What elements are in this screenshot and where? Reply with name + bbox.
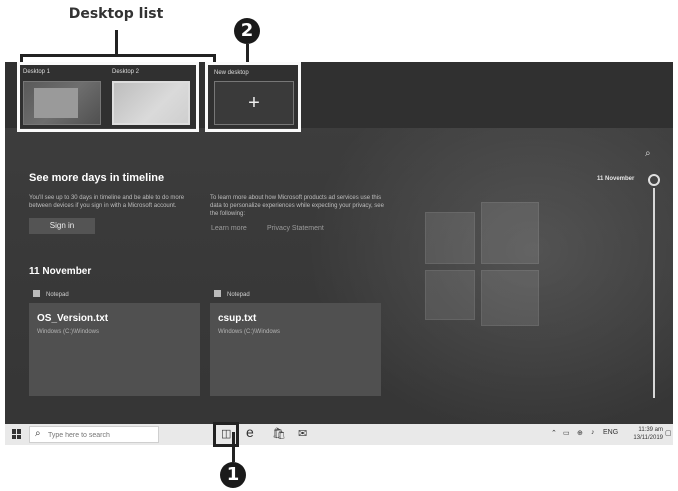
battery-icon[interactable]: ▭ [563,429,570,437]
plus-icon: + [248,92,260,114]
marker-1-leader-line [232,432,235,462]
start-button[interactable] [12,429,22,439]
sign-in-button[interactable]: Sign in [29,218,95,234]
window-preview [34,88,78,118]
logo-pane [425,270,475,320]
timeline-heading: See more days in timeline [29,172,165,184]
edge-icon[interactable]: e [246,424,254,440]
desktop-list-callout-title: Desktop list [68,6,164,22]
activity-card[interactable]: csup.txt Windows (C:)\Windows [210,303,381,396]
taskbar-search[interactable]: ⌕ [29,426,159,443]
card-title: csup.txt [218,313,257,324]
windows-icon [12,429,16,434]
desktop-2-label: Desktop 2 [112,69,140,75]
new-desktop-label: New desktop [214,70,249,76]
privacy-statement-link[interactable]: Privacy Statement [267,225,324,232]
search-icon: ⌕ [35,428,41,439]
taskbar: ⌕ ◫ e 🛍 ✉ ⌃ ▭ ⊕ ♪ ENG 11:39 am 13/11/201… [5,422,673,447]
clock-date: 13/11/2019 [633,435,663,441]
timeline-description: You'll see up to 30 days in timeline and… [29,195,185,209]
clock-time: 11:39 am [638,427,663,433]
new-desktop-button[interactable]: + [214,81,294,125]
new-desktop-group: New desktop + [205,62,301,132]
privacy-description: To learn more about how Microsoft produc… [210,195,384,217]
desktop-1[interactable]: Desktop 1 [23,69,105,125]
marker-2: 2 [234,18,260,44]
app-name: Notepad [46,292,69,298]
show-hidden-icons-icon[interactable]: ⌃ [551,429,557,437]
timeline-scrollbar[interactable] [653,188,655,398]
timeline-handle[interactable] [648,174,660,186]
activity-date-heading: 11 November [29,266,92,277]
desktop-2-thumbnail[interactable] [112,81,190,125]
desktop-list: Desktop 1 Desktop 2 [17,62,199,132]
callout-leader-line [115,30,118,54]
taskbar-clock[interactable]: 11:39 am 13/11/2019 [623,426,663,442]
mail-icon[interactable]: ✉ [298,427,307,440]
marker-2-leader-line [246,44,249,62]
notepad-icon [214,290,221,297]
volume-icon[interactable]: ♪ [591,429,595,436]
logo-pane [425,212,475,264]
logo-pane [481,202,539,264]
notepad-icon [33,290,40,297]
app-name: Notepad [227,292,250,298]
card-1-app-label: Notepad [33,290,69,298]
store-icon[interactable]: 🛍 [272,427,286,440]
timeline-search-icon[interactable]: ⌕ [645,148,651,159]
card-path: Windows (C:)\Windows [37,329,100,335]
card-title: OS_Version.txt [37,313,109,324]
task-view-icon[interactable]: ◫ [221,427,231,440]
task-view-screen: Desktop 1 Desktop 2 New desktop + See mo… [5,62,673,445]
timeline-date-label: 11 November [597,176,635,182]
windows-logo-wallpaper [425,202,541,326]
language-indicator[interactable]: ENG [603,429,618,436]
network-icon[interactable]: ⊕ [577,429,583,437]
logo-pane [481,270,539,326]
activity-card[interactable]: OS_Version.txt Windows (C:)\Windows [29,303,200,396]
search-input[interactable] [48,429,156,441]
desktop-1-label: Desktop 1 [23,69,51,75]
desktop-2[interactable]: Desktop 2 [112,69,194,125]
marker-1: 1 [220,462,246,488]
card-2-app-label: Notepad [214,290,250,298]
notifications-icon[interactable]: ▢ [665,429,672,437]
learn-more-link[interactable]: Learn more [211,225,247,232]
card-path: Windows (C:)\Windows [218,329,281,335]
desktop-1-thumbnail[interactable] [23,81,101,125]
